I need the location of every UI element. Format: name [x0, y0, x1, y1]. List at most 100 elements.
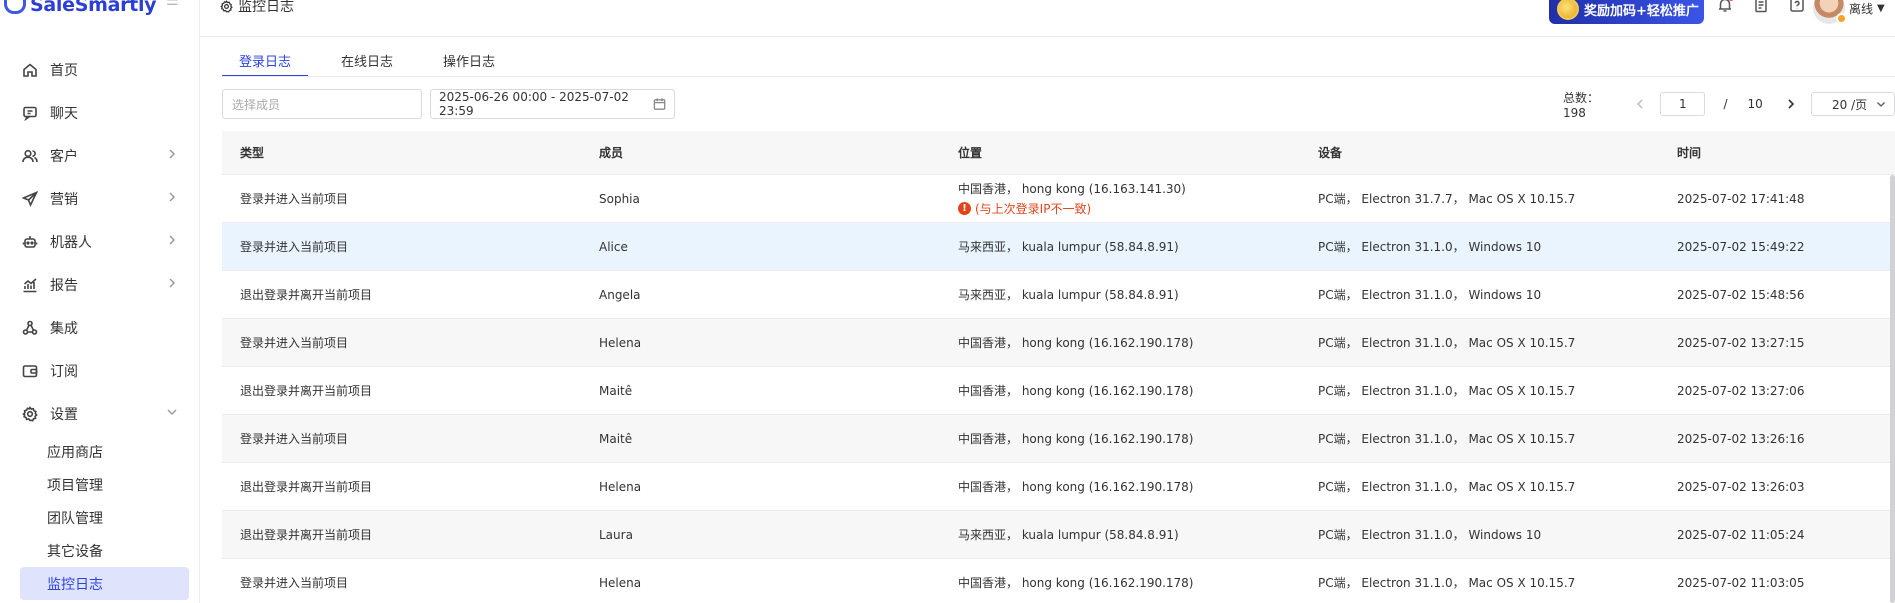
- logo[interactable]: SaleSmartly: [4, 0, 157, 16]
- table-scrollbar[interactable]: [1890, 175, 1895, 603]
- sidebar-item-chat[interactable]: 聊天: [0, 91, 200, 134]
- sidebar-item-label: 营销: [50, 191, 78, 208]
- breadcrumb: 监控日志: [220, 0, 294, 16]
- cell-device: PC端， Electron 31.1.0， Mac OS X 10.15.7: [1318, 336, 1576, 350]
- total-pages: 10: [1747, 97, 1763, 111]
- cell-type: 退出登录并离开当前项目: [240, 480, 373, 494]
- menu-collapse-icon[interactable]: ☰: [166, 0, 182, 10]
- cell-device: PC端， Electron 31.1.0， Mac OS X 10.15.7: [1318, 432, 1576, 446]
- cell-location: 中国香港， hong kong (16.162.190.178): [958, 480, 1194, 494]
- send-icon: [20, 189, 40, 209]
- log-tabs: 登录日志 在线日志 操作日志: [222, 44, 528, 77]
- chevron-right-icon: [166, 148, 178, 160]
- app-name: SaleSmartly: [30, 0, 157, 16]
- tab-online-log[interactable]: 在线日志: [324, 44, 410, 76]
- table-row[interactable]: 退出登录并离开当前项目 Helena 中国香港， hong kong (16.1…: [222, 463, 1895, 511]
- table-row[interactable]: 登录并进入当前项目 Sophia 中国香港， hong kong (16.163…: [222, 175, 1895, 223]
- cell-member: Helena: [599, 575, 642, 590]
- sidebar-subitem-project-management[interactable]: 项目管理: [0, 468, 200, 501]
- cell-time: 2025-07-02 13:26:16: [1677, 431, 1805, 446]
- tab-login-log[interactable]: 登录日志: [222, 44, 309, 77]
- cell-device: PC端， Electron 31.1.0， Windows 10: [1318, 288, 1542, 302]
- promo-banner[interactable]: 奖励加码+轻松推广: [1549, 0, 1704, 24]
- report-icon: [20, 275, 40, 295]
- top-header: 监控日志 奖励加码+轻松推广 离线 ▼: [200, 0, 1895, 37]
- caret-down-icon: ▼: [1877, 2, 1885, 14]
- cell-time: 2025-07-02 13:26:03: [1677, 479, 1805, 494]
- cell-location: 中国香港， hong kong (16.162.190.178): [958, 384, 1194, 398]
- table-row[interactable]: 登录并进入当前项目 Helena 中国香港， hong kong (16.162…: [222, 559, 1895, 603]
- next-page-button[interactable]: [1783, 95, 1799, 113]
- tabs-divider: [222, 76, 1895, 77]
- cell-location: 中国香港， hong kong (16.163.141.30) ! (与上次登录…: [940, 180, 1300, 217]
- cell-location: 中国香港， hong kong (16.162.190.178): [958, 576, 1194, 590]
- cell-location: 马来西亚， kuala lumpur (58.84.8.91): [958, 288, 1179, 302]
- sidebar-item-home[interactable]: 首页: [0, 48, 200, 91]
- sidebar: SaleSmartly ☰ 首页 聊天 客户 营销 机器人 报告 集成 订阅 设…: [0, 0, 200, 603]
- cell-type: 退出登录并离开当前项目: [240, 288, 373, 302]
- prev-page-button[interactable]: [1632, 95, 1648, 113]
- ip-warning-text: (与上次登录IP不一致): [975, 202, 1092, 216]
- sidebar-item-settings[interactable]: 设置: [0, 392, 200, 435]
- sidebar-item-subscription[interactable]: 订阅: [0, 349, 200, 392]
- cell-member: Helena: [599, 479, 642, 494]
- table-row[interactable]: 退出登录并离开当前项目 Laura 马来西亚， kuala lumpur (58…: [222, 511, 1895, 559]
- robot-icon: [20, 232, 40, 252]
- date-range-picker[interactable]: 2025-06-26 00:00 - 2025-07-02 23:59: [430, 89, 675, 119]
- help-icon[interactable]: [1786, 0, 1808, 14]
- page-input[interactable]: 1: [1660, 92, 1706, 116]
- sidebar-item-robot[interactable]: 机器人: [0, 220, 200, 263]
- column-header-type: 类型: [240, 146, 265, 160]
- header-icons: [1714, 0, 1808, 14]
- cell-time: 2025-07-02 13:27:15: [1677, 335, 1805, 350]
- document-icon[interactable]: [1750, 0, 1772, 14]
- coin-icon: [1557, 0, 1579, 20]
- sidebar-item-reports[interactable]: 报告: [0, 263, 200, 306]
- table-row[interactable]: 登录并进入当前项目 Helena 中国香港， hong kong (16.162…: [222, 319, 1895, 367]
- column-header-member: 成员: [599, 146, 624, 160]
- sidebar-item-customers[interactable]: 客户: [0, 134, 200, 177]
- member-select[interactable]: 选择成员: [222, 89, 422, 119]
- gear-icon: [220, 0, 233, 13]
- column-header-time: 时间: [1677, 146, 1702, 160]
- page-size-select[interactable]: 20 /页: [1810, 92, 1895, 116]
- table-header: 类型 成员 位置 设备 时间: [222, 131, 1895, 175]
- cell-device: PC端， Electron 31.1.0， Windows 10: [1318, 240, 1542, 254]
- ip-warning: ! (与上次登录IP不一致): [958, 200, 1300, 217]
- table-row[interactable]: 退出登录并离开当前项目 Angela 马来西亚， kuala lumpur (5…: [222, 271, 1895, 319]
- table-row[interactable]: 登录并进入当前项目 Alice 马来西亚， kuala lumpur (58.8…: [222, 223, 1895, 271]
- sidebar-subitem-app-store[interactable]: 应用商店: [0, 435, 200, 468]
- cell-location: 马来西亚， kuala lumpur (58.84.8.91): [958, 240, 1179, 254]
- cell-member: Angela: [599, 287, 641, 302]
- cell-member: Maitê: [599, 383, 633, 398]
- home-icon: [20, 60, 40, 80]
- sidebar-subitem-team-management[interactable]: 团队管理: [0, 501, 200, 534]
- cell-time: 2025-07-02 13:27:06: [1677, 383, 1805, 398]
- chevron-down-icon: [166, 406, 178, 418]
- sidebar-item-label: 聊天: [50, 105, 78, 122]
- page-title: 监控日志: [238, 0, 294, 15]
- user-menu[interactable]: 离线 ▼: [1813, 0, 1885, 24]
- pagination: 总数：198 1 / 10 20 /页: [1563, 91, 1895, 120]
- sidebar-subitem-other-devices[interactable]: 其它设备: [0, 534, 200, 567]
- tab-operation-log[interactable]: 操作日志: [426, 44, 512, 76]
- cell-time: 2025-07-02 11:05:24: [1677, 527, 1805, 542]
- sidebar-item-integration[interactable]: 集成: [0, 306, 200, 349]
- wallet-icon: [20, 361, 40, 381]
- chevron-right-icon: [166, 234, 178, 246]
- gear-icon: [20, 404, 40, 424]
- table-row[interactable]: 退出登录并离开当前项目 Maitê 中国香港， hong kong (16.16…: [222, 367, 1895, 415]
- sidebar-item-marketing[interactable]: 营销: [0, 177, 200, 220]
- cell-type: 退出登录并离开当前项目: [240, 528, 373, 542]
- bell-icon[interactable]: [1714, 0, 1736, 14]
- cell-member: Maitê: [599, 431, 633, 446]
- cell-device: PC端， Electron 31.7.7， Mac OS X 10.15.7: [1318, 192, 1576, 206]
- chevron-right-icon: [1788, 99, 1795, 109]
- sidebar-item-label: 客户: [50, 148, 78, 165]
- cell-type: 登录并进入当前项目: [240, 192, 349, 206]
- cell-member: Alice: [599, 239, 628, 254]
- status-dot: [1836, 13, 1847, 24]
- cell-type: 登录并进入当前项目: [240, 432, 349, 446]
- table-row[interactable]: 登录并进入当前项目 Maitê 中国香港， hong kong (16.162.…: [222, 415, 1895, 463]
- sidebar-subitem-monitor-log[interactable]: 监控日志: [20, 567, 189, 600]
